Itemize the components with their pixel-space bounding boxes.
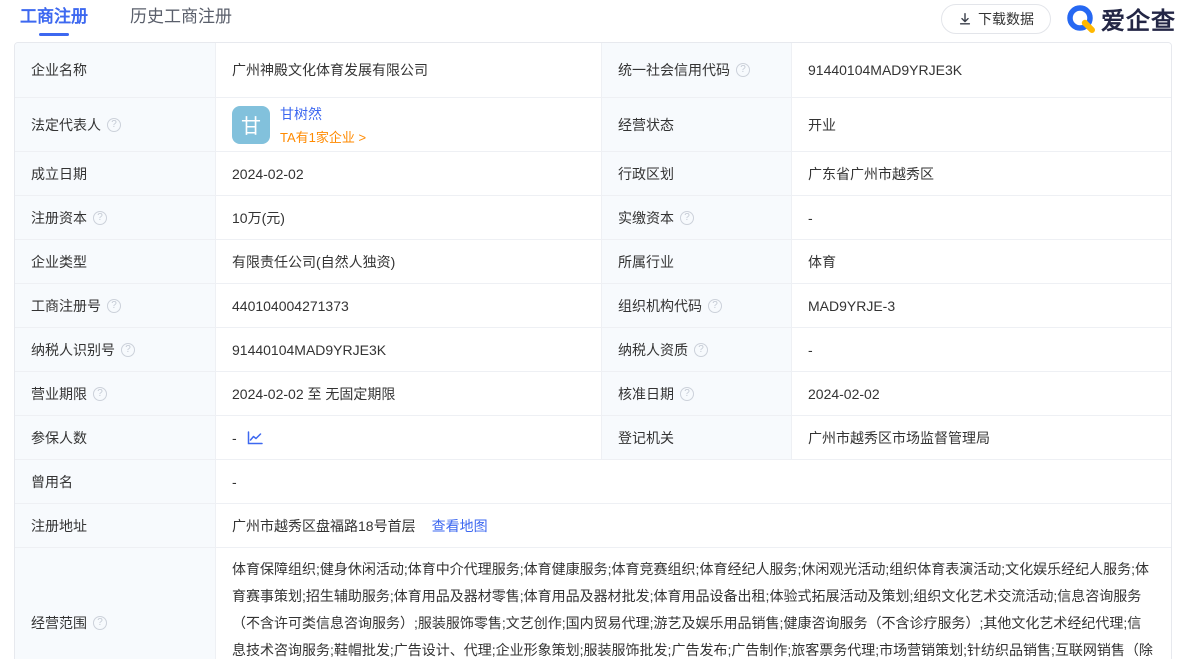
- field-value-organization-code: MAD9YRJE-3: [791, 284, 1171, 327]
- help-icon[interactable]: ?: [121, 343, 135, 357]
- legal-rep-avatar[interactable]: 甘: [232, 106, 270, 144]
- header-right: 下载数据 爱企查: [941, 0, 1176, 36]
- field-label-business-term: 营业期限?: [15, 372, 215, 415]
- tab-label: 工商注册: [20, 7, 88, 26]
- field-value-credit-code: 91440104MAD9YRJE3K: [791, 43, 1171, 97]
- field-value-admin-division: 广东省广州市越秀区: [791, 152, 1171, 195]
- page-header: 工商注册 历史工商注册 下载数据 爱企查: [0, 0, 1186, 36]
- field-value-former-name: -: [215, 460, 1171, 503]
- field-label-former-name: 曾用名: [15, 460, 215, 503]
- tab-history-registration[interactable]: 历史工商注册: [130, 0, 232, 27]
- help-icon[interactable]: ?: [736, 63, 750, 77]
- tab-business-registration[interactable]: 工商注册: [20, 0, 88, 27]
- table-row: 参保人数 - 登记机关 广州市越秀区市场监督管理局: [15, 415, 1171, 459]
- help-icon[interactable]: ?: [694, 343, 708, 357]
- field-value-industry: 体育: [791, 240, 1171, 283]
- field-value-company-type: 有限责任公司(自然人独资): [215, 240, 601, 283]
- table-row: 法定代表人? 甘 甘树然 TA有1家企业 > 经营状态 开业: [15, 97, 1171, 151]
- active-tab-underline: [39, 33, 69, 36]
- table-row: 工商注册号? 440104004271373 组织机构代码? MAD9YRJE-…: [15, 283, 1171, 327]
- help-icon[interactable]: ?: [93, 387, 107, 401]
- help-icon[interactable]: ?: [107, 299, 121, 313]
- help-icon[interactable]: ?: [93, 616, 107, 630]
- field-label-legal-rep: 法定代表人?: [15, 98, 215, 151]
- field-label-registered-address: 注册地址: [15, 504, 215, 547]
- field-label-business-scope: 经营范围?: [15, 548, 215, 659]
- field-label-status: 经营状态: [601, 98, 791, 151]
- field-value-taxpayer-id: 91440104MAD9YRJE3K: [215, 328, 601, 371]
- tab-bar: 工商注册 历史工商注册: [20, 0, 232, 27]
- field-label-industry: 所属行业: [601, 240, 791, 283]
- field-label-company-type: 企业类型: [15, 240, 215, 283]
- table-row: 注册地址 广州市越秀区盘福路18号首层 查看地图: [15, 503, 1171, 547]
- view-map-link[interactable]: 查看地图: [432, 516, 488, 536]
- download-label: 下载数据: [978, 9, 1034, 29]
- aiqicha-logo-icon: [1065, 3, 1097, 35]
- field-label-insured-count: 参保人数: [15, 416, 215, 459]
- help-icon[interactable]: ?: [680, 387, 694, 401]
- field-value-business-scope: 体育保障组织;健身休闲活动;体育中介代理服务;体育健康服务;体育竞赛组织;体育经…: [215, 548, 1171, 659]
- field-value-registered-address: 广州市越秀区盘福路18号首层 查看地图: [215, 504, 1171, 547]
- help-icon[interactable]: ?: [93, 211, 107, 225]
- field-value-paid-in-capital: -: [791, 196, 1171, 239]
- insured-trend-chart-icon[interactable]: [247, 431, 263, 445]
- field-value-registration-authority: 广州市越秀区市场监督管理局: [791, 416, 1171, 459]
- download-data-button[interactable]: 下载数据: [941, 4, 1051, 34]
- field-label-registration-number: 工商注册号?: [15, 284, 215, 327]
- field-value-founded-date: 2024-02-02: [215, 152, 601, 195]
- field-value-company-name: 广州神殿文化体育发展有限公司: [215, 43, 601, 97]
- help-icon[interactable]: ?: [708, 299, 722, 313]
- field-label-organization-code: 组织机构代码?: [601, 284, 791, 327]
- table-row: 经营范围? 体育保障组织;健身休闲活动;体育中介代理服务;体育健康服务;体育竞赛…: [15, 547, 1171, 659]
- field-value-business-term: 2024-02-02 至 无固定期限: [215, 372, 601, 415]
- table-row: 营业期限? 2024-02-02 至 无固定期限 核准日期? 2024-02-0…: [15, 371, 1171, 415]
- field-label-registered-capital: 注册资本?: [15, 196, 215, 239]
- field-label-founded-date: 成立日期: [15, 152, 215, 195]
- field-value-taxpayer-qualification: -: [791, 328, 1171, 371]
- field-label-company-name: 企业名称: [15, 43, 215, 97]
- table-row: 曾用名 -: [15, 459, 1171, 503]
- table-row: 纳税人识别号? 91440104MAD9YRJE3K 纳税人资质? -: [15, 327, 1171, 371]
- field-value-legal-rep: 甘 甘树然 TA有1家企业 >: [215, 98, 601, 151]
- field-value-status: 开业: [791, 98, 1171, 151]
- field-label-credit-code: 统一社会信用代码?: [601, 43, 791, 97]
- field-value-registered-capital: 10万(元): [215, 196, 601, 239]
- field-label-taxpayer-id: 纳税人识别号?: [15, 328, 215, 371]
- aiqicha-logo-text: 爱企查: [1101, 1, 1176, 36]
- download-icon: [958, 12, 972, 26]
- field-label-registration-authority: 登记机关: [601, 416, 791, 459]
- tab-label: 历史工商注册: [130, 7, 232, 26]
- legal-rep-companies-link[interactable]: TA有1家企业 >: [280, 127, 366, 146]
- table-row: 注册资本? 10万(元) 实缴资本? -: [15, 195, 1171, 239]
- field-value-insured-count: -: [215, 416, 601, 459]
- field-value-registration-number: 440104004271373: [215, 284, 601, 327]
- field-label-taxpayer-qualification: 纳税人资质?: [601, 328, 791, 371]
- aiqicha-logo[interactable]: 爱企查: [1065, 1, 1176, 36]
- table-row: 成立日期 2024-02-02 行政区划 广东省广州市越秀区: [15, 151, 1171, 195]
- help-icon[interactable]: ?: [107, 118, 121, 132]
- business-registration-table: 企业名称 广州神殿文化体育发展有限公司 统一社会信用代码? 91440104MA…: [14, 42, 1172, 659]
- field-label-approval-date: 核准日期?: [601, 372, 791, 415]
- field-label-paid-in-capital: 实缴资本?: [601, 196, 791, 239]
- table-row: 企业类型 有限责任公司(自然人独资) 所属行业 体育: [15, 239, 1171, 283]
- field-label-admin-division: 行政区划: [601, 152, 791, 195]
- table-row: 企业名称 广州神殿文化体育发展有限公司 统一社会信用代码? 91440104MA…: [15, 43, 1171, 97]
- legal-rep-name-link[interactable]: 甘树然: [280, 104, 366, 124]
- field-value-approval-date: 2024-02-02: [791, 372, 1171, 415]
- help-icon[interactable]: ?: [680, 211, 694, 225]
